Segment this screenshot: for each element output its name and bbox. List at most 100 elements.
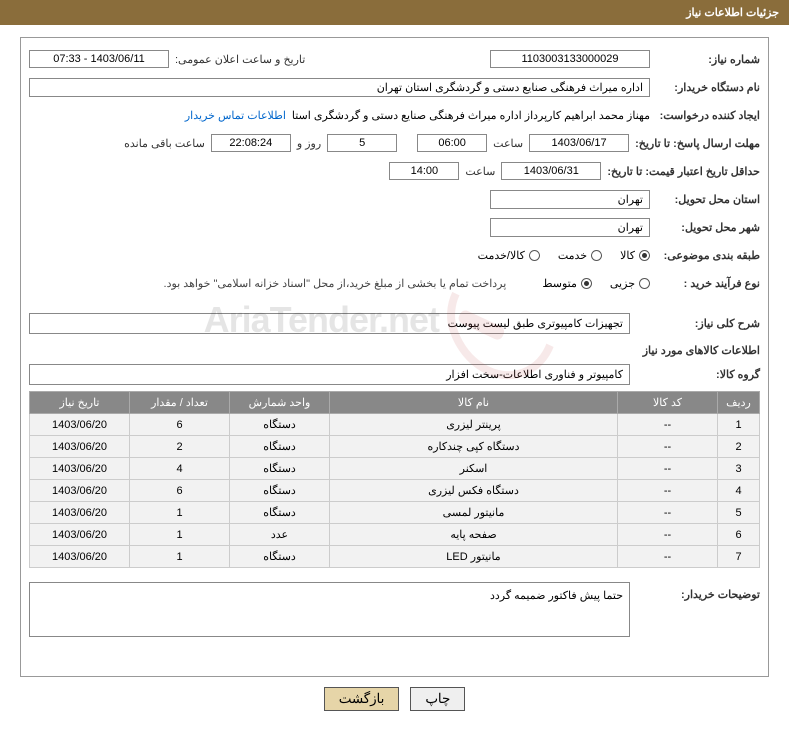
topic-cls-label: طبقه بندی موضوعی: bbox=[650, 249, 760, 262]
cell-qty: 2 bbox=[130, 436, 230, 458]
cell-idx: 3 bbox=[718, 458, 760, 480]
cell-qty: 1 bbox=[130, 546, 230, 568]
org-label: نام دستگاه خریدار: bbox=[650, 81, 760, 94]
print-button[interactable]: چاپ bbox=[410, 687, 465, 711]
table-row: 1--پرینتر لیزریدستگاه61403/06/20 bbox=[30, 414, 760, 436]
cell-date: 1403/06/20 bbox=[30, 414, 130, 436]
th-date: تاریخ نیاز bbox=[30, 392, 130, 414]
topic-opt-mix-radio[interactable] bbox=[529, 250, 540, 261]
deliver-prov-value: تهران bbox=[490, 190, 650, 209]
cell-qty: 6 bbox=[130, 414, 230, 436]
cell-unit: دستگاه bbox=[230, 502, 330, 524]
cell-unit: دستگاه bbox=[230, 546, 330, 568]
buyer-notes-label: توضیحات خریدار: bbox=[630, 582, 760, 601]
cell-idx: 5 bbox=[718, 502, 760, 524]
cell-unit: دستگاه bbox=[230, 458, 330, 480]
purchase-type-label: نوع فرآیند خرید : bbox=[650, 277, 760, 290]
cell-date: 1403/06/20 bbox=[30, 480, 130, 502]
page-header: جزئیات اطلاعات نیاز bbox=[0, 0, 789, 25]
deliver-prov-label: استان محل تحویل: bbox=[650, 193, 760, 206]
price-deadline-time: 14:00 bbox=[389, 162, 459, 180]
price-deadline-date: 1403/06/31 bbox=[501, 162, 601, 180]
cell-qty: 6 bbox=[130, 480, 230, 502]
cell-code: -- bbox=[618, 480, 718, 502]
days-label: روز و bbox=[297, 137, 321, 150]
org-value: اداره میراث فرهنگی صنایع دستی و گردشگری … bbox=[29, 78, 650, 97]
reply-time-label: ساعت bbox=[493, 137, 523, 150]
cell-qty: 1 bbox=[130, 502, 230, 524]
goods-group-label: گروه کالا: bbox=[630, 368, 760, 381]
cell-idx: 7 bbox=[718, 546, 760, 568]
purchase-opt-small: جزیی bbox=[610, 277, 635, 290]
cell-name: مانیتور LED bbox=[330, 546, 618, 568]
cell-code: -- bbox=[618, 546, 718, 568]
cell-date: 1403/06/20 bbox=[30, 524, 130, 546]
cell-name: صفحه پایه bbox=[330, 524, 618, 546]
goods-group-value: کامپیوتر و فناوری اطلاعات-سخت افزار bbox=[29, 364, 630, 385]
th-code: کد کالا bbox=[618, 392, 718, 414]
topic-opt-mix: کالا/خدمت bbox=[478, 249, 525, 262]
goods-table: ردیف کد کالا نام کالا واحد شمارش تعداد /… bbox=[29, 391, 760, 568]
reply-deadline-time: 06:00 bbox=[417, 134, 487, 152]
th-qty: تعداد / مقدار bbox=[130, 392, 230, 414]
cell-date: 1403/06/20 bbox=[30, 458, 130, 480]
remaining-days: 5 bbox=[327, 134, 397, 152]
purchase-note: پرداخت تمام یا بخشی از مبلغ خرید،از محل … bbox=[164, 277, 507, 290]
need-desc-value: تجهیزات کامپیوتری طبق لیست پیوست bbox=[29, 313, 630, 334]
buyer-notes-value: حتما پیش فاکتور ضمیمه گردد bbox=[29, 582, 630, 637]
cell-name: اسکنر bbox=[330, 458, 618, 480]
price-time-label: ساعت bbox=[465, 165, 495, 178]
table-row: 7--مانیتور LEDدستگاه11403/06/20 bbox=[30, 546, 760, 568]
cell-name: پرینتر لیزری bbox=[330, 414, 618, 436]
requester-value: مهناز محمد ابراهیم کارپرداز اداره میراث … bbox=[292, 109, 650, 122]
purchase-opt-medium: متوسط bbox=[542, 277, 577, 290]
cell-code: -- bbox=[618, 458, 718, 480]
table-row: 2--دستگاه کپی چندکارهدستگاه21403/06/20 bbox=[30, 436, 760, 458]
cell-qty: 4 bbox=[130, 458, 230, 480]
goods-info-title: اطلاعات کالاهای مورد نیاز bbox=[29, 344, 760, 357]
cell-code: -- bbox=[618, 502, 718, 524]
cell-code: -- bbox=[618, 436, 718, 458]
table-row: 6--صفحه پایهعدد11403/06/20 bbox=[30, 524, 760, 546]
need-no-label: شماره نیاز: bbox=[650, 53, 760, 66]
requester-label: ایجاد کننده درخواست: bbox=[650, 109, 760, 122]
cell-idx: 6 bbox=[718, 524, 760, 546]
topic-opt-khadmat-radio[interactable] bbox=[591, 250, 602, 261]
back-button[interactable]: بازگشت bbox=[324, 687, 400, 711]
th-idx: ردیف bbox=[718, 392, 760, 414]
cell-qty: 1 bbox=[130, 524, 230, 546]
cell-code: -- bbox=[618, 524, 718, 546]
cell-name: دستگاه کپی چندکاره bbox=[330, 436, 618, 458]
deliver-city-label: شهر محل تحویل: bbox=[650, 221, 760, 234]
purchase-opt-medium-radio[interactable] bbox=[581, 278, 592, 289]
cell-unit: دستگاه bbox=[230, 436, 330, 458]
table-row: 5--مانیتور لمسیدستگاه11403/06/20 bbox=[30, 502, 760, 524]
need-desc-label: شرح کلی نیاز: bbox=[630, 317, 760, 330]
reply-deadline-date: 1403/06/17 bbox=[529, 134, 629, 152]
price-deadline-label: حداقل تاریخ اعتبار قیمت: تا تاریخ: bbox=[601, 165, 760, 178]
announce-value: 1403/06/11 - 07:33 bbox=[29, 50, 169, 68]
th-name: نام کالا bbox=[330, 392, 618, 414]
topic-opt-kala: کالا bbox=[620, 249, 635, 262]
cell-name: مانیتور لمسی bbox=[330, 502, 618, 524]
cell-date: 1403/06/20 bbox=[30, 436, 130, 458]
topic-opt-kala-radio[interactable] bbox=[639, 250, 650, 261]
cell-unit: دستگاه bbox=[230, 414, 330, 436]
reply-deadline-label: مهلت ارسال پاسخ: تا تاریخ: bbox=[629, 137, 760, 150]
cell-idx: 1 bbox=[718, 414, 760, 436]
table-row: 3--اسکنردستگاه41403/06/20 bbox=[30, 458, 760, 480]
announce-label: تاریخ و ساعت اعلان عمومی: bbox=[175, 53, 305, 66]
cell-code: -- bbox=[618, 414, 718, 436]
cell-date: 1403/06/20 bbox=[30, 502, 130, 524]
remain-label: ساعت باقی مانده bbox=[124, 137, 205, 150]
content-panel: شماره نیاز: 1103003133000029 تاریخ و ساع… bbox=[20, 37, 769, 677]
button-row: چاپ بازگشت bbox=[0, 687, 789, 711]
buyer-contact-link[interactable]: اطلاعات تماس خریدار bbox=[185, 109, 286, 122]
topic-opt-khadmat: خدمت bbox=[558, 249, 587, 262]
cell-idx: 4 bbox=[718, 480, 760, 502]
purchase-opt-small-radio[interactable] bbox=[639, 278, 650, 289]
remaining-hms: 22:08:24 bbox=[211, 134, 291, 152]
th-unit: واحد شمارش bbox=[230, 392, 330, 414]
page-title: جزئیات اطلاعات نیاز bbox=[686, 7, 779, 19]
deliver-city-value: تهران bbox=[490, 218, 650, 237]
